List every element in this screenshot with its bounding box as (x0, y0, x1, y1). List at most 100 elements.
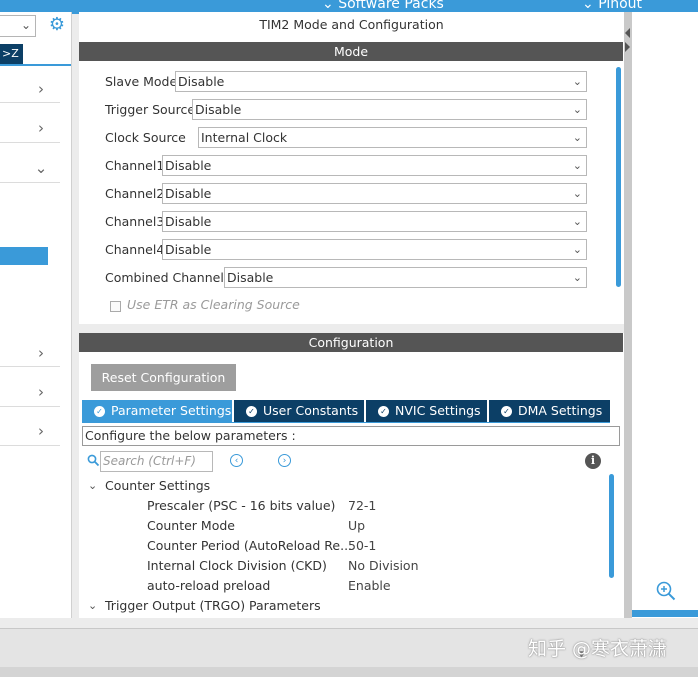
trigger-source-label: Trigger Source (105, 102, 196, 117)
combined-channels-label: Combined Channels (105, 270, 231, 285)
channel4-label: Channel4 (105, 242, 165, 257)
tab-parameter-settings[interactable]: ✓ Parameter Settings (82, 400, 232, 422)
parameters-description: Configure the below parameters : (82, 426, 620, 446)
category-select[interactable]: ⌄ (0, 15, 36, 37)
chevron-down-icon: ⌄ (572, 187, 582, 200)
mode-configuration-panel: TIM2 Mode and Configuration Mode Slave M… (79, 12, 624, 618)
chevron-right-icon[interactable]: › (34, 383, 48, 401)
row-divider (0, 142, 60, 143)
chevron-down-icon: ⌄ (572, 271, 582, 284)
mode-scrollbar[interactable] (616, 67, 621, 287)
sort-tag[interactable]: >Z (0, 44, 23, 64)
left-divider (0, 64, 71, 66)
check-circle-icon: ✓ (501, 406, 512, 417)
previous-match-icon[interactable]: ‹ (230, 454, 243, 467)
chevron-down-icon: ⌄ (572, 159, 582, 172)
mode-section-header: Mode (79, 42, 623, 61)
selected-item-tim2[interactable] (0, 247, 48, 265)
right-panel-footer (632, 610, 698, 617)
section-gap (79, 324, 624, 333)
chevron-down-icon: ⌄ (572, 243, 582, 256)
reset-configuration-button[interactable]: Reset Configuration (91, 364, 236, 391)
param-counter-period-value[interactable]: 50-1 (348, 538, 376, 553)
trigger-source-select[interactable]: Disable ⌄ (192, 99, 587, 120)
configuration-section-header: Configuration (79, 333, 623, 352)
param-clock-division-name: Internal Clock Division (CKD) (147, 558, 327, 573)
info-icon[interactable]: i (585, 453, 601, 469)
clock-source-select[interactable]: Internal Clock ⌄ (198, 127, 587, 148)
param-clock-division-value[interactable]: No Division (348, 558, 419, 573)
check-circle-icon: ✓ (94, 406, 105, 417)
check-circle-icon: ✓ (378, 406, 389, 417)
row-divider (0, 102, 60, 103)
row-divider (0, 182, 60, 183)
collapse-left-icon[interactable] (625, 28, 630, 38)
channel2-select[interactable]: Disable ⌄ (162, 183, 587, 204)
chevron-right-icon[interactable]: › (34, 80, 48, 98)
parameters-scrollbar[interactable] (609, 474, 614, 578)
next-match-icon[interactable]: › (278, 454, 291, 467)
row-divider (0, 366, 60, 367)
chevron-down-icon[interactable]: ⌄ (88, 479, 97, 492)
gear-icon[interactable]: ⚙ (46, 14, 68, 36)
collapse-right-icon[interactable] (625, 42, 630, 52)
watermark: 知乎 @寒衣萧潇 (528, 638, 668, 660)
clock-source-value: Internal Clock (201, 130, 288, 145)
channel4-value: Disable (165, 242, 212, 257)
tab-label: User Constants (263, 403, 359, 418)
tab-user-constants[interactable]: ✓ User Constants (234, 400, 362, 422)
pinout-label: Pinout (598, 0, 643, 12)
slave-mode-label: Slave Mode (105, 74, 178, 89)
search-icon (87, 454, 101, 468)
param-auto-reload-value[interactable]: Enable (348, 578, 391, 593)
tab-label: Parameter Settings (111, 403, 232, 418)
tab-software-packs[interactable]: ⌄ Software Packs (322, 0, 444, 12)
channel2-label: Channel2 (105, 186, 165, 201)
channel1-label: Channel1 (105, 158, 165, 173)
row-divider (0, 406, 60, 407)
combined-channels-value: Disable (227, 270, 274, 285)
channel3-label: Channel3 (105, 214, 165, 229)
tab-pinout[interactable]: ⌄ Pinout (582, 0, 642, 12)
panel-title: TIM2 Mode and Configuration (259, 17, 444, 32)
slave-mode-value: Disable (178, 74, 225, 89)
param-prescaler-value[interactable]: 72-1 (348, 498, 376, 513)
chevron-right-icon[interactable]: › (34, 344, 48, 362)
param-counter-mode-value[interactable]: Up (348, 518, 365, 533)
chevron-right-icon[interactable]: › (34, 422, 48, 440)
chevron-right-icon[interactable]: › (34, 119, 48, 137)
chevron-down-icon: ⌄ (572, 215, 582, 228)
channel2-value: Disable (165, 186, 212, 201)
chevron-down-icon: ⌄ (572, 75, 582, 88)
check-circle-icon: ✓ (246, 406, 257, 417)
channel1-select[interactable]: Disable ⌄ (162, 155, 587, 176)
tab-dma-settings[interactable]: ✓ DMA Settings (489, 400, 610, 422)
counter-settings-group[interactable]: Counter Settings (105, 478, 210, 493)
tab-label: NVIC Settings (395, 403, 481, 418)
chevron-down-icon: ⌄ (20, 18, 31, 32)
trigger-source-value: Disable (195, 102, 242, 117)
param-counter-period-name: Counter Period (AutoReload Re... (147, 538, 353, 553)
search-input[interactable]: Search (Ctrl+F) (100, 451, 213, 472)
etr-checkbox[interactable] (110, 301, 121, 312)
channel3-select[interactable]: Disable ⌄ (162, 211, 587, 232)
chevron-down-icon[interactable]: ⌄ (88, 599, 97, 612)
zoom-in-icon[interactable] (655, 580, 677, 602)
row-divider (0, 445, 60, 446)
software-packs-label: Software Packs (338, 0, 444, 12)
chevron-down-icon[interactable]: ⌄ (34, 159, 48, 177)
chevron-down-icon: ⌄ (572, 131, 582, 144)
etr-checkbox-label: Use ETR as Clearing Source (127, 297, 300, 312)
tab-label: DMA Settings (518, 403, 603, 418)
combined-channels-select[interactable]: Disable ⌄ (224, 267, 587, 288)
left-panel: ⌄ ⚙ >Z › › ⌄ › › › (0, 12, 72, 618)
trigger-output-group[interactable]: Trigger Output (TRGO) Parameters (105, 598, 321, 613)
tab-nvic-settings[interactable]: ✓ NVIC Settings (366, 400, 486, 422)
slave-mode-select[interactable]: Disable ⌄ (175, 71, 587, 92)
status-strip (0, 667, 698, 677)
channel4-select[interactable]: Disable ⌄ (162, 239, 587, 260)
panel-splitter[interactable] (624, 12, 632, 618)
param-auto-reload-name: auto-reload preload (147, 578, 271, 593)
tab-underline (82, 422, 610, 423)
param-prescaler-name: Prescaler (PSC - 16 bits value) (147, 498, 336, 513)
